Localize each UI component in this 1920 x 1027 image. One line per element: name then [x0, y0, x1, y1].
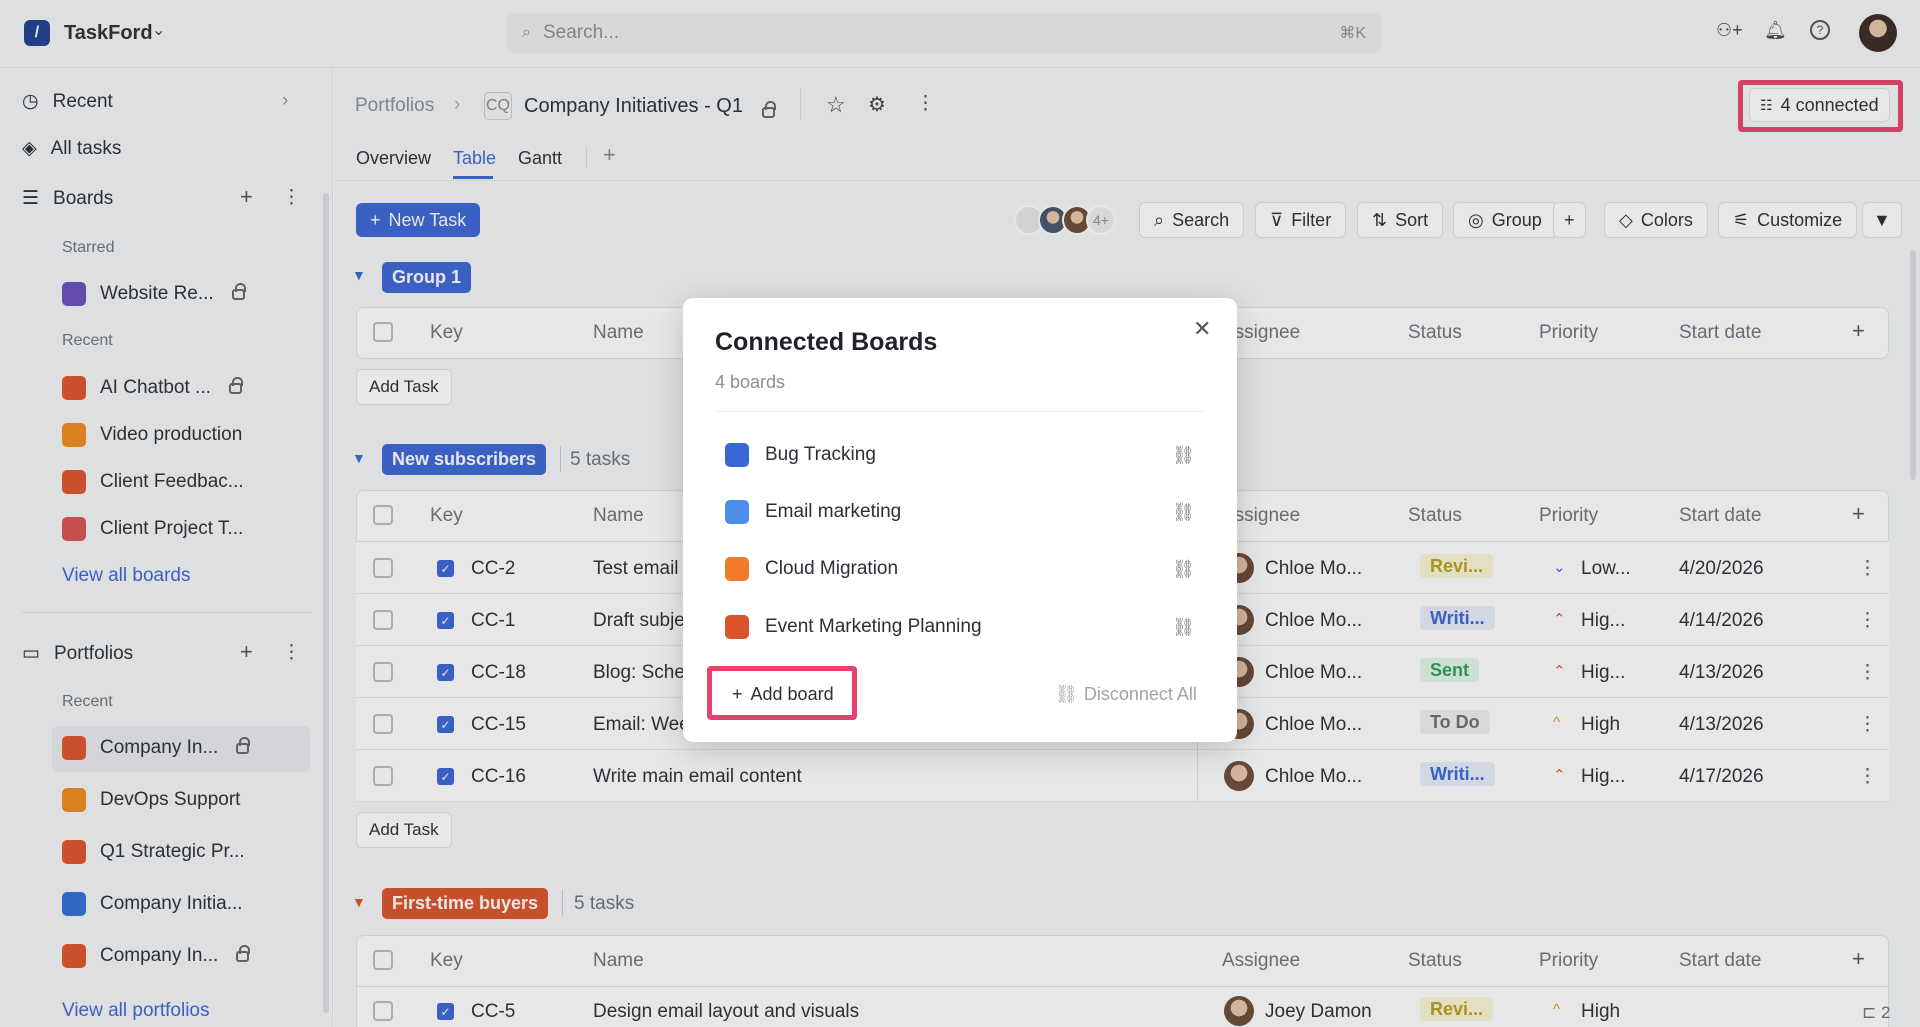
- close-icon[interactable]: ✕: [1193, 316, 1211, 342]
- unlink-icon[interactable]: ⛓: [1172, 617, 1195, 638]
- connected-board-item[interactable]: Event Marketing Planning ⛓: [725, 615, 1195, 639]
- connected-boards-modal: Connected Boards 4 boards ✕ Bug Tracking…: [683, 298, 1237, 742]
- board-icon: [725, 557, 749, 581]
- divider: [715, 411, 1205, 412]
- highlight-box: [707, 666, 857, 720]
- connected-board-item[interactable]: Email marketing ⛓: [725, 500, 1195, 524]
- modal-title: Connected Boards: [715, 328, 938, 356]
- board-icon: [725, 500, 749, 524]
- board-icon: [725, 443, 749, 467]
- unlink-icon[interactable]: ⛓: [1172, 502, 1195, 523]
- unlink-icon[interactable]: ⛓: [1172, 445, 1195, 466]
- connected-board-item[interactable]: Bug Tracking ⛓: [725, 443, 1195, 467]
- unlink-icon[interactable]: ⛓: [1172, 559, 1195, 580]
- board-icon: [725, 615, 749, 639]
- modal-subtitle: 4 boards: [715, 372, 786, 392]
- connected-board-item[interactable]: Cloud Migration ⛓: [725, 557, 1195, 581]
- unlink-icon: ⛓: [1055, 684, 1078, 704]
- disconnect-all-button[interactable]: ⛓ Disconnect All: [1055, 684, 1197, 705]
